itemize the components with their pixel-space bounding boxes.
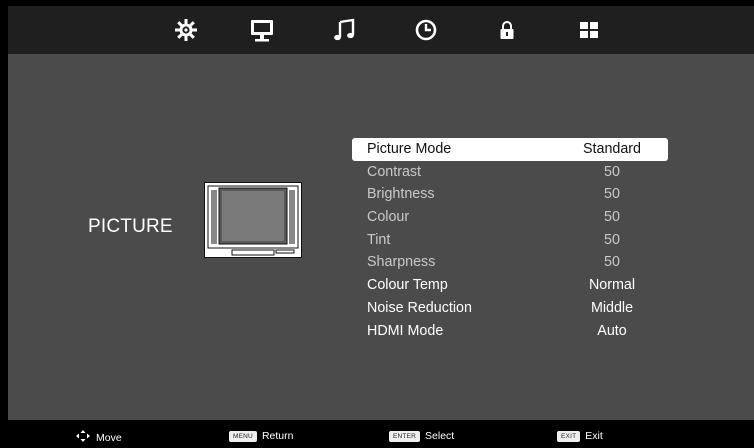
gear-icon[interactable] — [172, 16, 200, 44]
menu-item-colour[interactable]: Colour 50 — [352, 206, 668, 229]
move-label: Move — [96, 431, 122, 444]
clock-icon[interactable] — [412, 16, 440, 44]
menu-item-label: Noise Reduction — [367, 299, 472, 316]
menu-item-label: Colour Temp — [367, 277, 448, 294]
menu-key-badge: MENU — [229, 430, 257, 442]
select-label: Select — [425, 430, 455, 442]
menu-item-picture-mode[interactable]: Picture Mode Standard — [352, 138, 668, 161]
menu-item-value: Middle — [590, 299, 634, 316]
exit-hint: EXIT Exit — [557, 430, 603, 442]
return-hint: MENU Return — [229, 430, 293, 442]
menu-item-label: Tint — [367, 231, 391, 248]
menu-item-tint[interactable]: Tint 50 — [352, 229, 668, 252]
grid-icon[interactable] — [575, 16, 603, 44]
menu-item-value: 50 — [604, 254, 620, 271]
menu-item-value: Auto — [597, 322, 627, 339]
menu-item-value: 50 — [604, 163, 620, 180]
menu-item-noise-reduction[interactable]: Noise Reduction Middle — [352, 297, 668, 320]
select-hint: ENTER Select — [389, 430, 454, 442]
menu-item-sharpness[interactable]: Sharpness 50 — [352, 251, 668, 274]
menu-item-value: 50 — [604, 209, 620, 226]
television-icon — [204, 182, 302, 263]
exit-label: Exit — [585, 430, 603, 442]
menu-item-label: HDMI Mode — [367, 322, 444, 339]
lock-icon[interactable] — [493, 16, 521, 44]
menu-item-contrast[interactable]: Contrast 50 — [352, 161, 668, 184]
monitor-icon[interactable] — [248, 16, 276, 44]
menu-item-value: Standard — [582, 141, 642, 157]
menu-item-value: 50 — [604, 231, 620, 248]
menu-item-label: Sharpness — [367, 254, 436, 271]
key-hint-bar: Move MENU Return ENTER Select EXIT Exit — [0, 420, 754, 448]
menu-item-label: Colour — [367, 209, 410, 226]
navigation-arrows-icon — [76, 430, 90, 445]
music-note-icon[interactable] — [330, 16, 358, 44]
menu-item-label: Picture Mode — [367, 141, 452, 157]
section-title: PICTURE — [88, 216, 173, 237]
menu-item-label: Contrast — [367, 163, 422, 180]
exit-key-badge: EXIT — [557, 430, 581, 442]
menu-item-value: Normal — [588, 277, 636, 294]
menu-item-brightness[interactable]: Brightness 50 — [352, 183, 668, 206]
return-label: Return — [261, 430, 294, 442]
tv-menu-panel: PICTURE Picture Mode Standard Contrast 5… — [8, 6, 754, 448]
menu-item-label: Brightness — [367, 186, 435, 203]
picture-settings-menu: Picture Mode Standard Contrast 50 Bright… — [352, 138, 668, 342]
category-tab-bar — [8, 6, 754, 54]
menu-item-value: 50 — [604, 186, 620, 203]
menu-item-hdmi-mode[interactable]: HDMI Mode Auto — [352, 320, 668, 343]
menu-item-colour-temp[interactable]: Colour Temp Normal — [352, 274, 668, 297]
move-hint: Move — [76, 430, 122, 445]
enter-key-badge: ENTER — [389, 430, 421, 442]
